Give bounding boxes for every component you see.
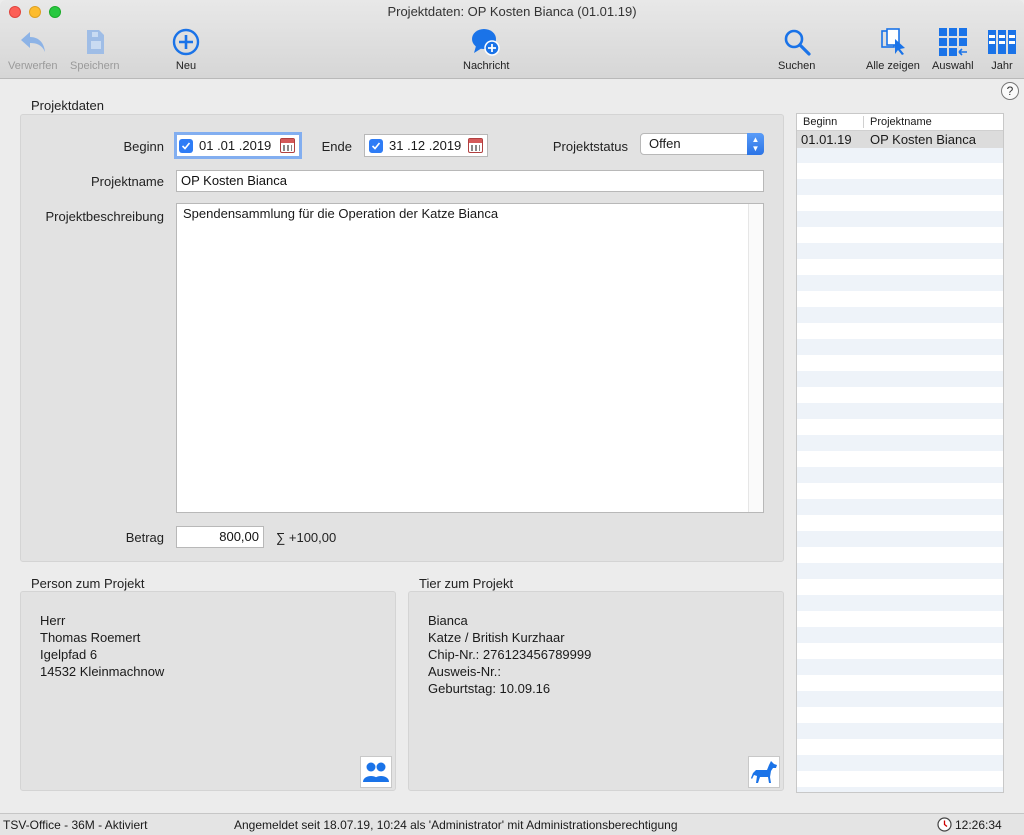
year-button[interactable]: Jahr bbox=[986, 26, 1018, 72]
animal-lookup-button[interactable] bbox=[748, 756, 780, 788]
new-button[interactable]: Neu bbox=[170, 26, 202, 72]
save-button[interactable]: Speichern bbox=[70, 26, 120, 72]
help-button[interactable]: ? bbox=[1001, 82, 1019, 100]
amount-input[interactable]: 800,00 bbox=[176, 526, 264, 548]
animal-name: Bianca bbox=[428, 613, 468, 628]
begin-calendar-icon[interactable] bbox=[280, 138, 295, 153]
discard-button[interactable]: Verwerfen bbox=[8, 26, 58, 72]
status-app: TSV-Office - 36M - Aktiviert bbox=[3, 818, 148, 832]
project-status-value: Offen bbox=[649, 136, 681, 151]
list-item-begin: 01.01.19 bbox=[801, 132, 852, 147]
project-description-text: Spendensammlung für die Operation der Ka… bbox=[183, 206, 499, 221]
undo-arrow-icon bbox=[17, 26, 49, 58]
window-title: Projektdaten: OP Kosten Bianca (01.01.19… bbox=[387, 4, 637, 19]
column-header-begin[interactable]: Beginn bbox=[803, 116, 837, 128]
person-street: Igelpfad 6 bbox=[40, 647, 98, 662]
binders-icon bbox=[986, 26, 1018, 58]
begin-enabled-checkbox[interactable] bbox=[179, 138, 193, 153]
show-all-button[interactable]: Alle zeigen bbox=[866, 26, 920, 72]
description-scrollbar[interactable] bbox=[748, 204, 763, 512]
project-name-label: Projektname bbox=[91, 174, 164, 189]
begin-label: Beginn bbox=[123, 139, 164, 154]
person-city: 14532 Kleinmachnow bbox=[40, 664, 165, 679]
animal-id: Ausweis-Nr.: bbox=[428, 664, 501, 679]
grid-select-icon bbox=[937, 26, 969, 58]
person-lookup-button[interactable] bbox=[360, 756, 392, 788]
project-description-label: Projektbeschreibung bbox=[45, 209, 164, 224]
end-date-value: 31 .12 .2019 bbox=[389, 138, 462, 153]
chevron-updown-icon: ▲ ▼ bbox=[747, 133, 764, 155]
begin-date-field[interactable]: 01 .01 .2019 bbox=[174, 132, 302, 159]
save-document-icon bbox=[79, 26, 111, 58]
plus-circle-icon bbox=[170, 26, 202, 58]
person-name: Thomas Roemert bbox=[40, 630, 141, 645]
end-label: Ende bbox=[321, 139, 352, 154]
project-list-rows: 01.01.19 OP Kosten Bianca bbox=[797, 131, 1003, 792]
pages-cursor-icon bbox=[877, 26, 909, 58]
search-button[interactable]: Suchen bbox=[778, 26, 815, 72]
project-name-input[interactable]: OP Kosten Bianca bbox=[176, 170, 764, 192]
end-calendar-icon[interactable] bbox=[468, 138, 483, 153]
column-separator bbox=[863, 116, 864, 128]
project-description-textarea[interactable]: Spendensammlung für die Operation der Ka… bbox=[176, 203, 764, 513]
list-item[interactable]: 01.01.19 OP Kosten Bianca bbox=[797, 131, 1003, 148]
dog-icon bbox=[751, 761, 777, 783]
status-label: Projektstatus bbox=[552, 139, 628, 154]
status-time: 12:26:34 bbox=[955, 818, 1002, 832]
clock-icon bbox=[937, 817, 952, 835]
begin-date-value: 01 .01 .2019 bbox=[199, 138, 272, 153]
project-list[interactable]: Beginn Projektname 01.01.19 OP Kosten Bi… bbox=[796, 113, 1004, 793]
person-salutation: Herr bbox=[40, 613, 66, 628]
animal-chip: Chip-Nr.: 276123456789999 bbox=[428, 647, 592, 662]
end-date-field[interactable]: 31 .12 .2019 bbox=[364, 134, 488, 157]
titlebar: Projektdaten: OP Kosten Bianca (01.01.19… bbox=[0, 0, 1024, 79]
project-section-title: Projektdaten bbox=[31, 98, 104, 113]
amount-label: Betrag bbox=[125, 530, 164, 545]
list-item-name: OP Kosten Bianca bbox=[870, 132, 976, 147]
magnifier-icon bbox=[781, 26, 813, 58]
animal-breed: Katze / British Kurzhaar bbox=[428, 630, 565, 645]
message-button[interactable]: Nachricht bbox=[463, 26, 509, 72]
animal-birthday: Geburtstag: 10.09.16 bbox=[428, 681, 551, 696]
main-window: Projektdaten: OP Kosten Bianca (01.01.19… bbox=[0, 0, 1024, 835]
project-status-select[interactable]: Offen ▲ ▼ bbox=[640, 133, 764, 155]
selection-button[interactable]: Auswahl bbox=[932, 26, 974, 72]
people-icon bbox=[363, 762, 389, 782]
person-section-title: Person zum Projekt bbox=[31, 576, 145, 591]
status-bar: TSV-Office - 36M - Aktiviert Angemeldet … bbox=[0, 813, 1024, 835]
chat-bubble-add-icon bbox=[470, 26, 502, 58]
project-list-header: Beginn Projektname bbox=[797, 114, 1003, 131]
status-login: Angemeldet seit 18.07.19, 10:24 als 'Adm… bbox=[234, 818, 678, 832]
end-enabled-checkbox[interactable] bbox=[369, 138, 383, 153]
person-panel bbox=[20, 591, 396, 791]
animal-section-title: Tier zum Projekt bbox=[419, 576, 514, 591]
column-header-name[interactable]: Projektname bbox=[870, 116, 932, 128]
amount-sum-text: ∑ +100,00 bbox=[276, 530, 337, 545]
